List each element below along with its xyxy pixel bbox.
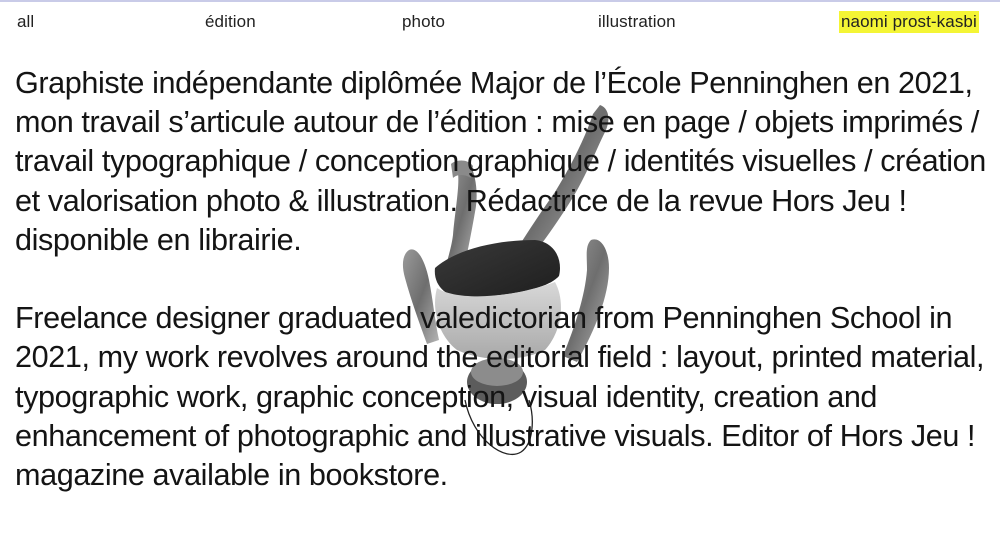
main-nav: all édition photo illustration naomi pro…	[0, 11, 1000, 35]
nav-link-illustration[interactable]: illustration	[598, 11, 676, 33]
nav-link-photo[interactable]: photo	[402, 11, 445, 33]
bio-text-block: Graphiste indépendante diplômée Major de…	[15, 64, 1000, 495]
top-border	[0, 0, 1000, 2]
bio-english-paragraph: Freelance designer graduated valedictori…	[15, 301, 985, 493]
nav-link-edition[interactable]: édition	[205, 11, 256, 33]
nav-link-about-name[interactable]: naomi prost-kasbi	[839, 11, 979, 33]
bio-french-paragraph: Graphiste indépendante diplômée Major de…	[15, 66, 986, 257]
nav-link-all[interactable]: all	[17, 11, 34, 33]
